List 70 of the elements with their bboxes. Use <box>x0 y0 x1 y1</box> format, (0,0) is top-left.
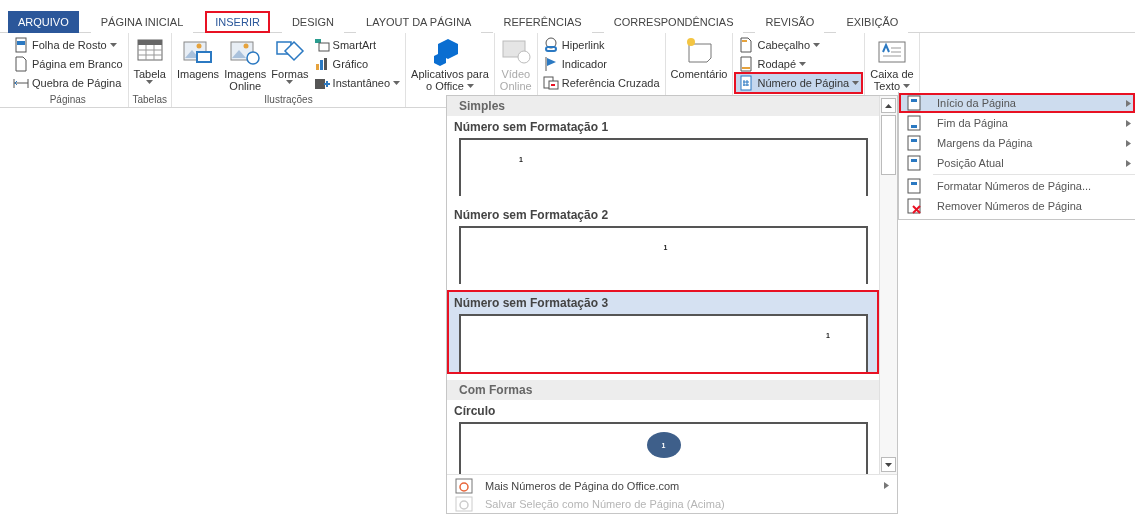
ribbon-button[interactable]: Cabeçalho <box>736 36 862 54</box>
page-icon <box>907 198 921 214</box>
caret-icon <box>852 81 860 85</box>
caret-icon <box>903 84 911 88</box>
ribbon-button[interactable]: Gráfico <box>311 55 403 73</box>
arrow-icon <box>1126 139 1131 147</box>
up-arrow-icon <box>885 103 892 108</box>
page-icon <box>13 56 29 72</box>
ribbon-button[interactable]: Caixa de Texto <box>868 36 916 94</box>
ribbon-button[interactable]: Folha de Rosto <box>11 36 125 54</box>
scrollbar[interactable] <box>879 96 897 474</box>
menu-item[interactable]: Remover Números de Página <box>899 196 1135 216</box>
ribbon-button[interactable]: Hiperlink <box>540 36 662 54</box>
ribbon-button[interactable]: Imagens Online <box>222 36 269 94</box>
ribbon-button[interactable]: Imagens <box>174 36 222 94</box>
caret-icon <box>393 81 401 85</box>
file-tab[interactable]: ARQUIVO <box>8 10 79 33</box>
ribbon-button[interactable]: Referência Cruzada <box>540 74 662 92</box>
page-icon <box>13 37 29 53</box>
arrow-icon <box>1126 119 1131 127</box>
page-number-icon <box>738 75 755 91</box>
group-label: Tabelas <box>131 94 168 107</box>
group-label: Páginas <box>48 94 87 107</box>
ribbon-button[interactable]: Página em Branco <box>11 55 125 73</box>
section-header: Simples <box>447 96 879 116</box>
footer-icon <box>738 56 755 72</box>
cross-reference-icon <box>542 75 559 91</box>
ribbon-button[interactable]: Instantâneo <box>311 74 403 92</box>
scrollbar-thumb[interactable] <box>881 115 896 175</box>
caret-icon <box>146 80 154 84</box>
page-icon <box>907 135 921 151</box>
menu-item[interactable]: Início da Página <box>899 93 1135 113</box>
ribbon-button[interactable]: SmartArt <box>311 36 403 54</box>
page-icon <box>907 155 921 171</box>
ribbon-tab[interactable]: INSERIR <box>205 10 270 33</box>
caret-icon <box>799 62 806 66</box>
caret-icon <box>286 80 294 84</box>
item-title: Círculo <box>454 403 497 420</box>
ribbon-button[interactable]: Comentário <box>668 36 730 94</box>
header-icon <box>738 37 755 53</box>
ribbon-button[interactable]: Indicador <box>540 55 662 73</box>
menu-item[interactable]: Mais Números de Página do Office.com <box>447 477 897 494</box>
caret-icon <box>466 84 474 88</box>
down-arrow-icon <box>885 462 892 467</box>
item-title: Número sem Formatação 1 <box>454 119 610 136</box>
ribbon-button[interactable]: Número de Página <box>736 74 862 92</box>
arrow-icon <box>884 482 889 489</box>
caret-icon <box>813 43 821 47</box>
smartart-icon <box>313 37 330 53</box>
ribbon-button[interactable]: Tabela <box>131 36 168 94</box>
page-icon <box>907 115 921 131</box>
menu-item[interactable]: Fim da Página <box>899 113 1135 133</box>
ribbon-button[interactable]: Quebra de Página <box>11 74 125 92</box>
menu-item[interactable]: Formatar Números de Página... <box>899 176 1135 196</box>
item-title: Número sem Formatação 3 <box>454 295 610 312</box>
page-icon <box>907 95 921 111</box>
ribbon-button[interactable]: Rodapé <box>736 55 862 73</box>
arrow-icon <box>1126 99 1131 107</box>
caret-icon <box>109 43 117 47</box>
item-title: Número sem Formatação 2 <box>454 207 610 224</box>
group-label: Ilustrações <box>263 94 314 107</box>
bar-chart-icon <box>313 56 330 72</box>
page-icon <box>907 178 921 194</box>
ribbon-button[interactable]: Aplicativos para o Office <box>409 36 491 94</box>
menu-item[interactable]: Posição Atual <box>899 153 1135 173</box>
page-icon <box>455 477 473 494</box>
ribbon-button[interactable]: Formas <box>269 36 311 94</box>
menu-item[interactable]: Margens da Página <box>899 133 1135 153</box>
section-header: Com Formas <box>447 380 879 400</box>
arrow-icon <box>1126 159 1131 167</box>
